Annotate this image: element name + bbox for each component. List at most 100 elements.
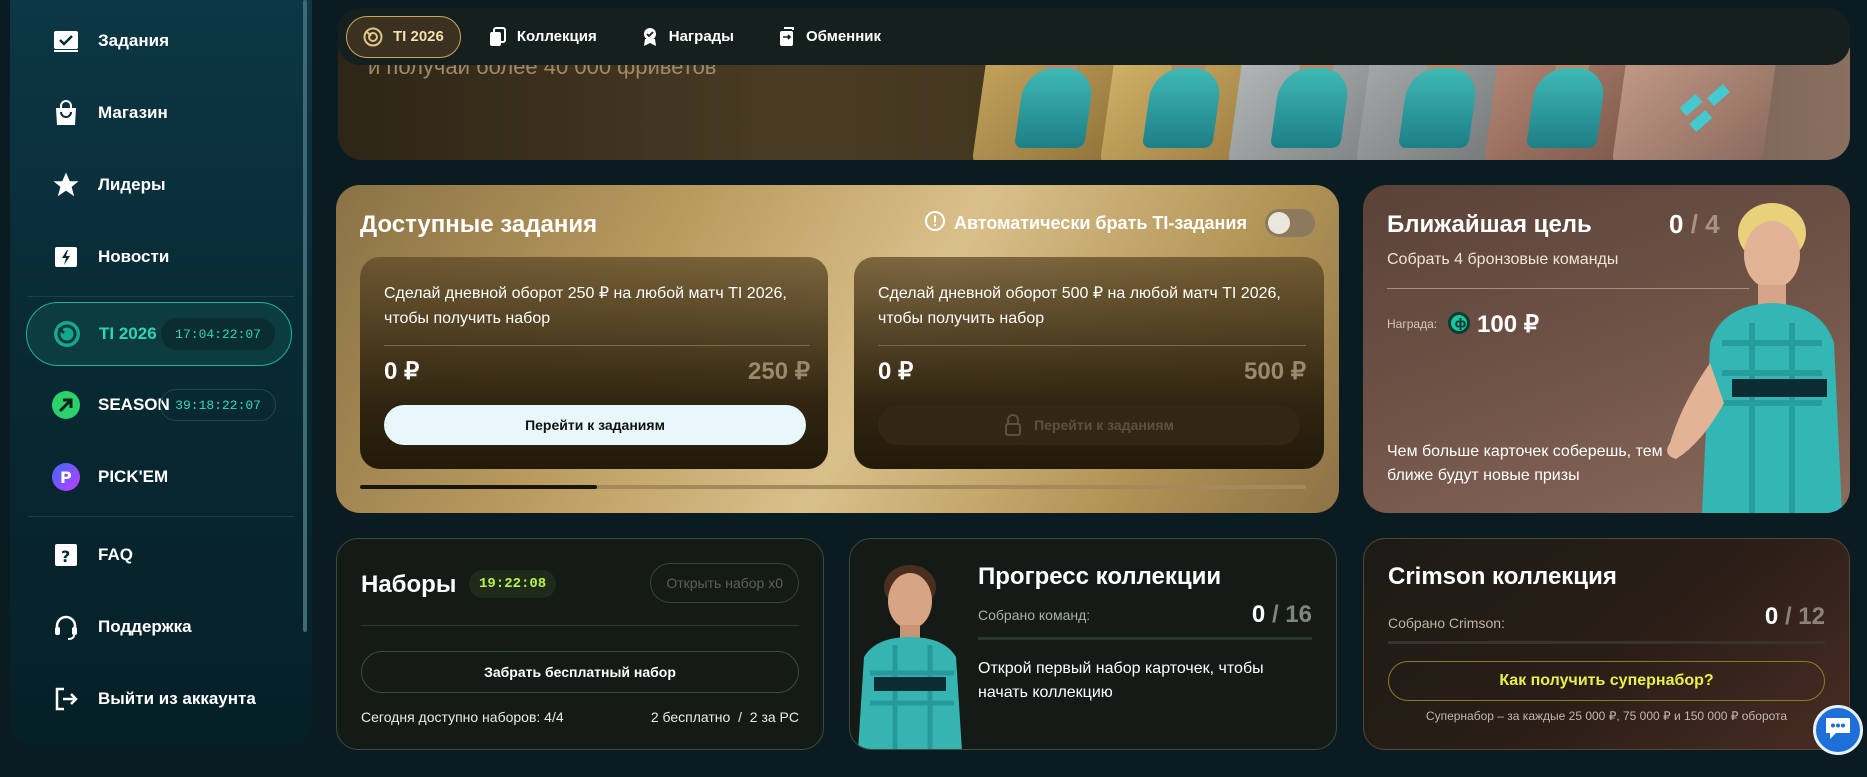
player-illustration: [1667, 203, 1842, 513]
sidebar-divider: [28, 296, 294, 297]
available-tasks-panel: Доступные задания Автоматически брать TI…: [336, 185, 1339, 513]
task-goal-amount: 250 ₽: [748, 358, 810, 385]
packs-title: Наборы: [361, 571, 457, 598]
faq-icon: ?: [50, 539, 82, 571]
claim-free-pack-button[interactable]: Забрать бесплатный набор: [361, 651, 799, 693]
shop-bag-icon: [50, 97, 82, 129]
tasks-carousel-progress-fill: [360, 485, 597, 489]
crimson-progress-bar: [1388, 641, 1825, 644]
goal-title: Ближайшая цель: [1387, 211, 1592, 238]
tab-exchange[interactable]: Обменник: [762, 16, 897, 58]
collection-title: Прогресс коллекции: [978, 563, 1222, 590]
tab-label: Обменник: [806, 28, 882, 45]
go-to-tasks-button-locked[interactable]: Перейти к заданиям: [878, 405, 1300, 445]
open-pack-button[interactable]: Открыть набор x0: [650, 563, 799, 603]
sidebar-item-faq[interactable]: ? FAQ: [26, 524, 292, 586]
sidebar: Задания Магазин Лидеры Новости TI 2026 1…: [10, 0, 312, 750]
auto-take-label: Автоматически брать TI-задания: [953, 212, 1247, 233]
headset-icon: [50, 611, 82, 643]
task-card: Сделай дневной оборот 500 ₽ на любой мат…: [854, 257, 1324, 469]
sidebar-divider: [28, 516, 294, 517]
collected-count: 0: [1251, 601, 1266, 628]
sidebar-item-support[interactable]: Поддержка: [26, 596, 292, 658]
how-to-get-superpack-button[interactable]: Как получить супернабор?: [1388, 661, 1825, 701]
sidebar-item-pickem[interactable]: P PICK'EM: [26, 446, 292, 508]
cards-icon: [489, 26, 507, 47]
exchange-icon: [778, 26, 796, 47]
top-nav: TI 2026 Коллекция Награды Обменник: [338, 8, 1850, 65]
task-description: Сделай дневной оборот 250 ₽ на любой мат…: [384, 285, 787, 327]
superpack-note: Супернабор – за каждые 25 000 ₽, 75 000 …: [1425, 709, 1788, 723]
player-illustration: [858, 565, 962, 749]
packs-available-text: Сегодня доступно наборов: 4/4: [361, 709, 564, 725]
freebet-coin-icon: ф: [1447, 311, 1471, 340]
sidebar-item-label: Выйти из аккаунта: [98, 689, 256, 708]
collected-total: 16: [1285, 601, 1312, 628]
crimson-total: 12: [1798, 603, 1825, 630]
pickem-icon: P: [50, 461, 82, 493]
ti-logo-icon: [363, 27, 383, 47]
sidebar-item-news[interactable]: Новости: [26, 226, 292, 288]
logout-icon: [50, 683, 82, 715]
svg-text:ф: ф: [1455, 317, 1467, 331]
sidebar-item-label: Задания: [98, 31, 169, 50]
sidebar-item-logout[interactable]: Выйти из аккаунта: [26, 668, 292, 730]
season-arrow-icon: [50, 389, 82, 421]
tasks-carousel-progress: [360, 485, 1306, 489]
sidebar-item-leaders[interactable]: Лидеры: [26, 154, 292, 216]
collected-teams-label: Собрано команд:: [978, 607, 1091, 623]
button-label: Перейти к заданиям: [1034, 417, 1174, 433]
go-to-tasks-button[interactable]: Перейти к заданиям: [384, 405, 806, 445]
crimson-collected-label: Собрано Crimson:: [1388, 615, 1505, 631]
collected-teams-counter: 0 / 16: [1252, 601, 1312, 629]
reward-label: Награда:: [1387, 317, 1438, 331]
season-timer: 39:18:22:07: [160, 389, 276, 421]
task-current-amount: 0 ₽: [878, 358, 914, 385]
task-card: Сделай дневной оборот 250 ₽ на любой мат…: [360, 257, 828, 469]
sidebar-item-tasks[interactable]: Задания: [26, 10, 292, 72]
task-divider: [384, 345, 810, 346]
sidebar-item-label: Новости: [98, 247, 170, 266]
sidebar-item-season[interactable]: SEASON 39:18:22:07: [26, 374, 292, 436]
goal-hint: Чем больше карточек соберешь, тем ближе …: [1387, 443, 1663, 484]
crimson-title: Crimson коллекция: [1388, 563, 1617, 590]
crimson-counter: 0 / 12: [1765, 603, 1825, 631]
auto-take-row: Автоматически брать TI-задания: [924, 209, 1315, 237]
chat-bubble-icon: [1823, 714, 1853, 747]
collected-separator: /: [1265, 601, 1286, 628]
sidebar-item-label: TI 2026: [99, 324, 157, 343]
ti-logo-icon: [51, 318, 83, 350]
support-chat-button[interactable]: [1813, 705, 1863, 755]
toggle-knob: [1268, 212, 1290, 234]
task-divider: [878, 345, 1306, 346]
sidebar-item-label: FAQ: [98, 545, 133, 564]
tab-collection[interactable]: Коллекция: [473, 16, 613, 58]
sidebar-item-label: PICK'EM: [98, 467, 169, 486]
svg-text:?: ?: [61, 547, 70, 566]
tab-label: TI 2026: [393, 28, 444, 45]
sidebar-item-shop[interactable]: Магазин: [26, 82, 292, 144]
collection-progress-panel: Прогресс коллекции Собрано команд: 0 / 1…: [849, 538, 1337, 750]
task-goal-amount: 500 ₽: [1244, 358, 1306, 385]
lock-icon: [1004, 414, 1022, 436]
tasks-title: Доступные задания: [360, 211, 598, 238]
sidebar-scrollbar[interactable]: [303, 0, 307, 632]
packs-breakdown-text: 2 бесплатно / 2 за PC: [650, 709, 799, 725]
auto-take-toggle[interactable]: [1265, 209, 1315, 237]
sidebar-item-label: Лидеры: [98, 175, 166, 194]
event-timer: 17:04:22:07: [161, 318, 275, 350]
goal-subtitle: Собрать 4 бронзовые команды: [1387, 251, 1619, 268]
tab-ti2026[interactable]: TI 2026: [346, 15, 461, 58]
tab-awards[interactable]: Награды: [625, 16, 750, 58]
task-description: Сделай дневной оборот 500 ₽ на любой мат…: [878, 285, 1281, 327]
crimson-count: 0: [1764, 603, 1779, 630]
packs-divider: [361, 625, 799, 626]
svg-text:P: P: [60, 468, 72, 487]
sidebar-item-ti2026[interactable]: TI 2026 17:04:22:07: [26, 302, 292, 366]
sidebar-item-label: Магазин: [98, 103, 168, 122]
star-icon: [50, 169, 82, 201]
packs-panel: Наборы 19:22:08 Открыть набор x0 Забрать…: [336, 538, 824, 750]
reward-value: 100 ₽: [1477, 311, 1539, 338]
sidebar-item-label: Поддержка: [98, 617, 192, 636]
collection-progress-bar: [978, 637, 1312, 640]
